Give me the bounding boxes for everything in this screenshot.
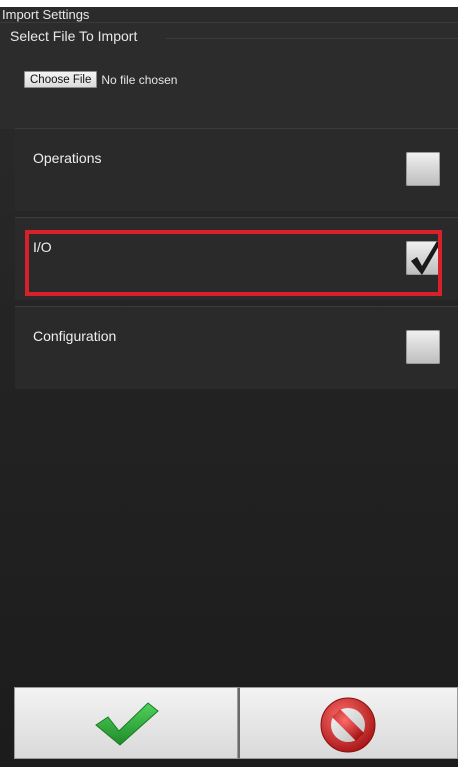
file-status-text: No file chosen — [101, 72, 178, 87]
section-configuration-label: Configuration — [33, 328, 117, 344]
confirm-button[interactable] — [14, 687, 238, 759]
configuration-checkbox[interactable] — [406, 330, 440, 364]
import-settings-window: Import Settings Select File To Import Ch… — [0, 7, 458, 767]
section-io: I/O — [15, 217, 458, 300]
window-title: Import Settings — [2, 7, 90, 22]
action-bar — [14, 687, 458, 767]
section-io-label: I/O — [33, 239, 52, 255]
section-configuration: Configuration — [15, 306, 458, 389]
green-checkmark-icon — [95, 702, 159, 746]
file-import-legend: Select File To Import — [10, 28, 138, 44]
cancel-button[interactable] — [238, 687, 458, 759]
section-operations: Operations — [15, 128, 458, 211]
io-checkbox[interactable] — [406, 241, 440, 275]
red-no-symbol-icon — [320, 697, 376, 753]
checkmark-icon — [411, 241, 440, 275]
operations-checkbox[interactable] — [406, 152, 440, 186]
section-operations-label: Operations — [33, 150, 102, 166]
fieldset-divider — [166, 38, 458, 39]
file-input: Choose File No file chosen — [24, 71, 177, 88]
choose-file-button[interactable]: Choose File — [24, 71, 98, 88]
file-import-fieldset: Select File To Import Choose File No fil… — [0, 22, 458, 129]
